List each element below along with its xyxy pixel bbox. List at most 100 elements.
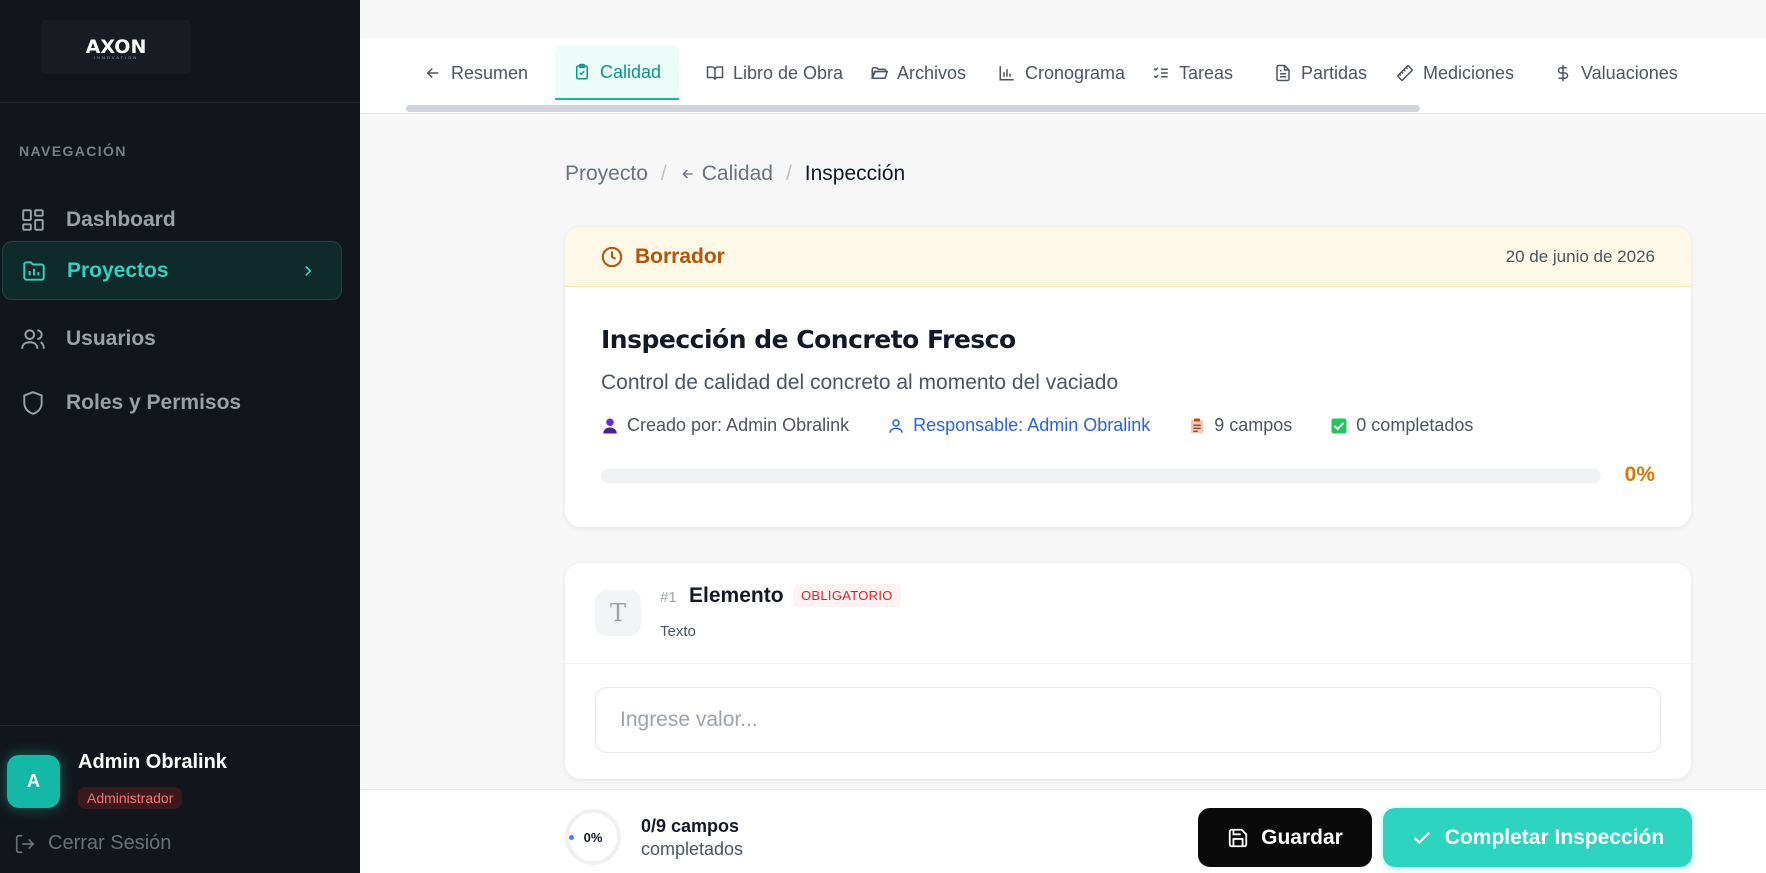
- progress-ring-label: 0%: [583, 829, 603, 845]
- tab-label: Cronograma: [1025, 62, 1126, 83]
- tab-calidad[interactable]: Calidad: [555, 46, 680, 100]
- user-name: Admin Obralink: [78, 751, 227, 773]
- action-bar: 0% 0/9 campos completados Guardar Comple…: [360, 789, 1766, 873]
- field-name: Elemento: [689, 584, 784, 607]
- user-icon: [889, 418, 903, 433]
- inspection-header-card: Borrador 20 de junio de 2026 Inspección …: [565, 227, 1691, 527]
- shield-icon: [20, 390, 46, 416]
- fields-count: 9 campos: [1188, 415, 1292, 436]
- tab-label: Partidas: [1301, 62, 1368, 83]
- required-badge: OBLIGATORIO: [793, 584, 901, 607]
- sidebar-item-usuarios[interactable]: Usuarios: [2, 309, 342, 368]
- sidebar-item-label: Usuarios: [66, 326, 156, 350]
- progress-ring: 0%: [565, 809, 621, 865]
- field-type: Texto: [660, 623, 696, 640]
- tab-label: Calidad: [600, 61, 662, 82]
- inspection-date: 20 de junio de 2026: [1505, 247, 1655, 266]
- sidebar: AXON INNOVATION NAVEGACIÓN Dashboard Pro…: [0, 0, 360, 873]
- field-card: T #1 Elemento OBLIGATORIO Texto: [565, 563, 1691, 779]
- tab-tareas[interactable]: Tareas: [1134, 46, 1251, 100]
- check-icon: [1413, 831, 1430, 844]
- clipboard-icon: [1191, 418, 1204, 433]
- breadcrumb-separator: /: [660, 162, 667, 185]
- app-logo[interactable]: AXON INNOVATION: [42, 20, 190, 74]
- dollar-icon: [1557, 64, 1569, 82]
- save-button[interactable]: Guardar: [1198, 808, 1372, 867]
- clock-icon: [601, 246, 623, 267]
- role-badge: Administrador: [78, 787, 183, 809]
- tab-label: Libro de Obra: [733, 62, 844, 83]
- sidebar-item-roles[interactable]: Roles y Permisos: [2, 373, 342, 432]
- users-icon: [20, 326, 46, 352]
- tab-label: Archivos: [897, 62, 967, 83]
- sidebar-item-label: Proyectos: [67, 258, 169, 282]
- dashboard-icon: [20, 207, 46, 233]
- responsible-link[interactable]: Responsable: Admin Obralink: [887, 415, 1150, 436]
- logout-label: Cerrar Sesión: [48, 832, 172, 854]
- logout-icon: [15, 834, 35, 853]
- progress-percent: 0%: [1624, 463, 1655, 486]
- completed-count: 0 completados: [1330, 415, 1473, 436]
- avatar[interactable]: A: [7, 755, 60, 808]
- status-badge: Borrador: [635, 244, 725, 268]
- inspection-meta: Creado por: Admin Obralink Responsable: …: [601, 415, 1511, 436]
- fields-count-label: 9 campos: [1214, 415, 1293, 435]
- breadcrumb-separator: /: [785, 162, 792, 185]
- tabs-scrollbar[interactable]: [406, 105, 1420, 112]
- tab-libro-de-obra[interactable]: Libro de Obra: [688, 46, 861, 100]
- tab-valuaciones[interactable]: Valuaciones: [1536, 46, 1696, 100]
- arrow-left-icon: [682, 169, 693, 179]
- responsible-label: Responsable: Admin Obralink: [913, 415, 1151, 435]
- tab-archivos[interactable]: Archivos: [852, 46, 984, 100]
- breadcrumb-calidad[interactable]: Calidad: [680, 162, 773, 186]
- fields-progress-label: completados: [641, 839, 744, 859]
- tab-label: Mediciones: [1423, 62, 1515, 83]
- breadcrumb-current: Inspección: [804, 162, 906, 185]
- page-title: Inspección de Concreto Fresco: [601, 325, 1016, 354]
- person-icon: [603, 418, 617, 433]
- complete-inspection-button[interactable]: Completar Inspección: [1383, 808, 1692, 867]
- breadcrumb: Proyecto / Calidad / Inspección: [565, 162, 905, 186]
- tab-label: Tareas: [1179, 62, 1234, 83]
- tab-label: Valuaciones: [1581, 62, 1678, 83]
- tab-resumen[interactable]: Resumen: [406, 46, 546, 100]
- book-open-icon: [706, 66, 724, 80]
- tab-label: Resumen: [451, 62, 529, 83]
- chevron-right-icon: [299, 262, 317, 285]
- folder-open-icon: [871, 67, 888, 79]
- text-type-icon: T: [595, 590, 641, 636]
- save-label: Guardar: [1261, 825, 1343, 849]
- created-by-label: Creado por: Admin Obralink: [627, 415, 850, 435]
- sidebar-item-label: Dashboard: [66, 207, 176, 231]
- tab-cronograma[interactable]: Cronograma: [980, 46, 1143, 100]
- sidebar-divider: [0, 725, 360, 726]
- fields-progress-count: 0/9 campos: [641, 816, 740, 836]
- list-checks-icon: [1153, 67, 1168, 79]
- field-value-input[interactable]: [595, 687, 1661, 753]
- bar-chart-icon: [999, 66, 1014, 81]
- save-icon: [1228, 828, 1248, 847]
- clipboard-check-icon: [576, 63, 588, 80]
- inspection-description: Control de calidad del concreto al momen…: [601, 371, 1119, 394]
- check-box-icon: [1331, 418, 1347, 433]
- ruler-icon: [1397, 65, 1413, 81]
- field-divider: [565, 663, 1691, 664]
- tab-partidas[interactable]: Partidas: [1256, 46, 1385, 100]
- progress-bar: [601, 469, 1601, 483]
- tab-mediciones[interactable]: Mediciones: [1378, 46, 1532, 100]
- breadcrumb-proyecto[interactable]: Proyecto: [565, 162, 648, 186]
- file-text-icon: [1276, 64, 1290, 82]
- logout-button[interactable]: Cerrar Sesión: [14, 832, 171, 855]
- complete-label: Completar Inspección: [1444, 825, 1665, 849]
- progress-ring-indicator: [569, 835, 574, 840]
- project-tabs: Resumen Calidad Libro de Obra Archivos C…: [360, 38, 1766, 114]
- breadcrumb-label: Calidad: [701, 162, 773, 185]
- arrow-left-icon: [426, 67, 439, 79]
- sidebar-item-proyectos[interactable]: Proyectos: [2, 241, 342, 300]
- created-by: Creado por: Admin Obralink: [601, 415, 849, 436]
- logo-subtext: INNOVATION: [93, 55, 139, 60]
- sidebar-divider: [0, 102, 360, 103]
- field-number: #1: [660, 589, 677, 606]
- folder-chart-icon: [21, 258, 47, 284]
- status-bar: Borrador 20 de junio de 2026: [565, 227, 1691, 287]
